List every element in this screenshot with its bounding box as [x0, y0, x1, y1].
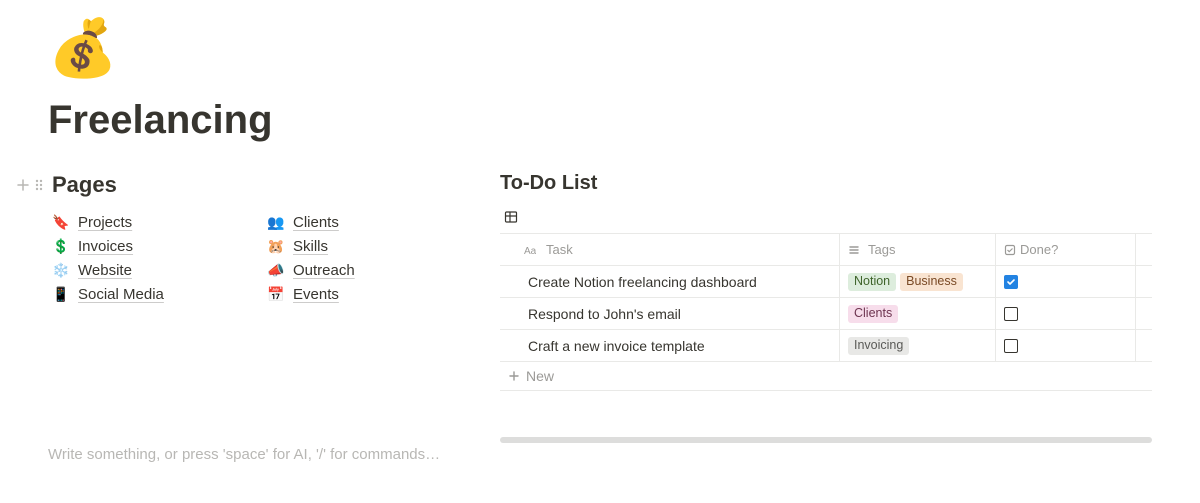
task-cell[interactable]: Respond to John's email: [500, 298, 840, 329]
page-link-icon: 📅: [267, 286, 285, 303]
new-row-label: New: [526, 368, 554, 384]
done-cell[interactable]: [996, 266, 1136, 297]
tag: Business: [900, 273, 963, 291]
done-cell[interactable]: [996, 298, 1136, 329]
empty-cell: [1136, 298, 1152, 329]
page-link[interactable]: 📱 Social Media: [52, 286, 267, 303]
tag: Invoicing: [848, 337, 909, 355]
page-link-icon: 💲: [52, 238, 70, 255]
page-link[interactable]: 👥 Clients: [267, 214, 468, 231]
horizontal-scrollbar[interactable]: [500, 437, 1152, 443]
table-row[interactable]: Craft a new invoice template Invoicing: [500, 330, 1152, 362]
done-checkbox[interactable]: [1004, 307, 1018, 321]
new-row-button[interactable]: New: [500, 362, 1152, 391]
done-cell[interactable]: [996, 330, 1136, 361]
column-header-done[interactable]: Done?: [996, 234, 1136, 265]
table-view-tab[interactable]: [500, 207, 522, 227]
text-property-icon: Aa: [524, 244, 536, 256]
tags-cell[interactable]: Invoicing: [840, 330, 996, 361]
column-header-label: Tags: [868, 242, 895, 257]
page-link-label: Projects: [78, 214, 132, 231]
page-link-icon: ❄️: [52, 262, 70, 279]
done-checkbox[interactable]: [1004, 275, 1018, 289]
page-link[interactable]: 🔖 Projects: [52, 214, 267, 231]
page-link-icon: 🐹: [267, 238, 285, 255]
checkbox-property-icon: [1004, 244, 1016, 256]
page-link-icon: 🔖: [52, 214, 70, 231]
table-row[interactable]: Create Notion freelancing dashboard Notio…: [500, 266, 1152, 298]
page-link-label: Website: [78, 262, 132, 279]
empty-block-placeholder[interactable]: Write something, or press 'space' for AI…: [48, 446, 440, 463]
column-header-label: Task: [546, 242, 573, 257]
empty-cell: [1136, 330, 1152, 361]
page-link[interactable]: 📅 Events: [267, 286, 468, 303]
tags-cell[interactable]: Clients: [840, 298, 996, 329]
add-block-icon[interactable]: [16, 178, 30, 192]
drag-handle-icon[interactable]: [34, 178, 44, 192]
page-link-label: Clients: [293, 214, 339, 231]
multiselect-property-icon: [848, 244, 860, 256]
empty-cell: [1136, 266, 1152, 297]
page-link[interactable]: 💲 Invoices: [52, 238, 267, 255]
add-column-button[interactable]: [1136, 234, 1152, 265]
page-link-label: Invoices: [78, 238, 133, 255]
column-header-tags[interactable]: Tags: [840, 234, 996, 265]
page-title[interactable]: Freelancing: [48, 84, 1152, 172]
table-header-row: Aa Task Tags Done?: [500, 234, 1152, 266]
page-icon[interactable]: 💰: [48, 0, 1152, 84]
pages-heading[interactable]: Pages: [52, 172, 117, 198]
task-text: Craft a new invoice template: [528, 338, 705, 354]
task-text: Respond to John's email: [528, 306, 681, 322]
column-header-task[interactable]: Aa Task: [500, 234, 840, 265]
page-link-icon: 👥: [267, 214, 285, 231]
page-link[interactable]: ❄️ Website: [52, 262, 267, 279]
tag: Clients: [848, 305, 898, 323]
tags-cell[interactable]: NotionBusiness: [840, 266, 996, 297]
page-link[interactable]: 🐹 Skills: [267, 238, 468, 255]
page-link-label: Events: [293, 286, 339, 303]
page-link-label: Social Media: [78, 286, 164, 303]
todo-heading[interactable]: To-Do List: [500, 172, 1152, 195]
done-checkbox[interactable]: [1004, 339, 1018, 353]
page-link[interactable]: 📣 Outreach: [267, 262, 468, 279]
task-text: Create Notion freelancing dashboard: [528, 274, 757, 290]
task-cell[interactable]: Create Notion freelancing dashboard: [500, 266, 840, 297]
tag: Notion: [848, 273, 896, 291]
table-row[interactable]: Respond to John's email Clients: [500, 298, 1152, 330]
page-link-icon: 📣: [267, 262, 285, 279]
svg-text:Aa: Aa: [524, 246, 536, 256]
column-header-label: Done?: [1020, 242, 1058, 257]
page-link-icon: 📱: [52, 286, 70, 303]
page-link-label: Skills: [293, 238, 328, 255]
task-cell[interactable]: Craft a new invoice template: [500, 330, 840, 361]
page-link-label: Outreach: [293, 262, 355, 279]
